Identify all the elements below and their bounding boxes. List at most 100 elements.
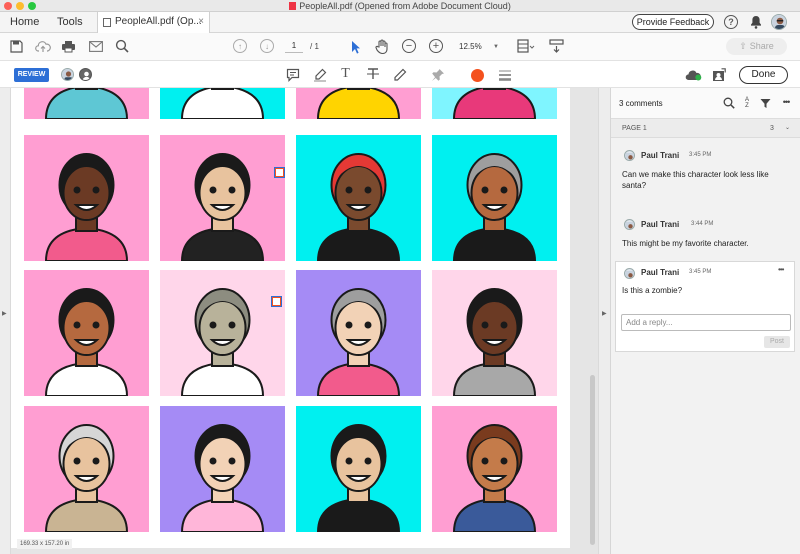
done-button[interactable]: Done bbox=[739, 66, 788, 84]
character-portrait bbox=[296, 270, 421, 396]
character-portrait bbox=[160, 135, 285, 261]
scroll-mode-icon[interactable] bbox=[548, 38, 564, 54]
right-panel-toggle[interactable]: ▶ bbox=[598, 88, 610, 554]
zoom-out-icon[interactable]: − bbox=[402, 39, 416, 53]
reply-input[interactable]: Add a reply... bbox=[621, 314, 791, 331]
character-portrait bbox=[432, 135, 557, 261]
filter-comments-icon[interactable] bbox=[759, 97, 771, 109]
minimize-window-button[interactable] bbox=[16, 2, 24, 10]
strikethrough-text-icon[interactable] bbox=[365, 66, 380, 82]
tab-document[interactable]: PeopleAll.pdf (Op... × bbox=[97, 12, 210, 34]
character-portrait bbox=[296, 135, 421, 261]
email-icon[interactable] bbox=[88, 40, 103, 52]
expand-right-chevron-icon: ▶ bbox=[602, 311, 607, 317]
post-reply-button[interactable]: Post bbox=[764, 336, 790, 348]
comments-panel-header: 3 comments AZ ••• bbox=[611, 88, 800, 119]
left-panel-toggle[interactable]: ▶ bbox=[0, 88, 11, 554]
comment-text: Can we make this character look less lik… bbox=[622, 170, 769, 190]
search-icon[interactable] bbox=[115, 39, 129, 53]
help-icon[interactable]: ? bbox=[724, 15, 738, 29]
document-tab-icon bbox=[103, 18, 111, 27]
review-toolbar: REVIEW T Done bbox=[0, 61, 800, 88]
character-portrait bbox=[24, 135, 149, 261]
document-tab-label: PeopleAll.pdf (Op... bbox=[115, 16, 202, 27]
main-toolbar: ↑ ↓ 1 / 1 − + 12.5% ▼ ⇧ Share bbox=[0, 33, 800, 61]
notifications-bell-icon[interactable] bbox=[749, 14, 763, 30]
page-total: / 1 bbox=[310, 42, 319, 51]
comments-count: 3 comments bbox=[619, 99, 663, 108]
next-page-icon[interactable]: ↓ bbox=[260, 39, 274, 53]
reviewer-avatar[interactable] bbox=[61, 68, 74, 81]
comment-time: 3:44 PM bbox=[691, 221, 714, 227]
close-tab-icon[interactable]: × bbox=[198, 12, 204, 32]
character-portrait bbox=[160, 88, 285, 119]
hand-tool-icon[interactable] bbox=[374, 38, 390, 54]
share-button[interactable]: ⇧ Share bbox=[726, 38, 787, 55]
character-portrait bbox=[296, 406, 421, 532]
collapse-group-chevron-icon[interactable]: ⌄ bbox=[785, 119, 790, 138]
character-portrait bbox=[432, 88, 557, 119]
zoom-in-icon[interactable]: + bbox=[429, 39, 443, 53]
zoom-level-dropdown[interactable]: 12.5% ▼ bbox=[455, 40, 503, 54]
page-group-label: PAGE 1 bbox=[622, 125, 647, 132]
document-viewport[interactable] bbox=[0, 88, 610, 554]
comment-item[interactable]: Paul Trani 3:44 PM This might be my favo… bbox=[615, 219, 795, 252]
draw-pencil-icon[interactable] bbox=[392, 67, 407, 82]
tab-home[interactable]: Home bbox=[10, 12, 39, 32]
share-document-icon[interactable] bbox=[711, 67, 726, 82]
pin-icon[interactable] bbox=[430, 67, 445, 82]
page-group-header[interactable]: PAGE 1 3 ⌄ bbox=[611, 119, 800, 138]
acrobat-window: PeopleAll.pdf (Opened from Adobe Documen… bbox=[0, 0, 800, 554]
save-icon[interactable] bbox=[9, 39, 23, 53]
comment-author: Paul Trani bbox=[641, 151, 680, 160]
comment-item[interactable]: Paul Trani 3:45 PM Can we make this char… bbox=[615, 150, 795, 196]
comment-text: This might be my favorite character. bbox=[622, 239, 749, 248]
sticky-note-icon[interactable] bbox=[285, 67, 300, 82]
character-portrait bbox=[432, 270, 557, 396]
user-avatar[interactable] bbox=[771, 14, 787, 30]
print-icon[interactable] bbox=[60, 39, 76, 53]
comment-time: 3:45 PM bbox=[689, 152, 712, 158]
comment-author-avatar bbox=[624, 219, 635, 230]
character-portrait bbox=[24, 270, 149, 396]
upload-cloud-icon[interactable] bbox=[34, 39, 52, 53]
comment-marker[interactable] bbox=[274, 167, 285, 178]
comment-marker[interactable] bbox=[271, 296, 282, 307]
vertical-scrollbar[interactable] bbox=[590, 375, 595, 545]
maximize-window-button[interactable] bbox=[28, 2, 36, 10]
select-cursor-icon[interactable] bbox=[350, 39, 362, 54]
zoom-level-value: 12.5% bbox=[459, 42, 482, 51]
window-title: PeopleAll.pdf (Opened from Adobe Documen… bbox=[299, 1, 511, 11]
share-icon: ⇧ bbox=[739, 41, 747, 51]
close-window-button[interactable] bbox=[4, 2, 12, 10]
character-portrait bbox=[24, 406, 149, 532]
tab-tools[interactable]: Tools bbox=[57, 12, 83, 32]
expand-left-chevron-icon: ▶ bbox=[2, 311, 7, 317]
comment-text: Is this a zombie? bbox=[622, 286, 683, 295]
highlight-pen-icon[interactable] bbox=[312, 67, 327, 82]
comment-author: Paul Trani bbox=[641, 220, 680, 229]
provide-feedback-button[interactable]: Provide Feedback bbox=[632, 14, 714, 30]
previous-page-icon[interactable]: ↑ bbox=[233, 39, 247, 53]
more-options-icon[interactable]: ••• bbox=[779, 96, 793, 108]
character-portrait bbox=[432, 406, 557, 532]
chevron-down-icon: ▼ bbox=[493, 44, 499, 50]
comment-time: 3:45 PM bbox=[689, 269, 712, 275]
comment-author: Paul Trani bbox=[641, 268, 680, 277]
pdf-page bbox=[11, 88, 570, 548]
line-weight-icon[interactable] bbox=[497, 68, 512, 82]
text-edit-icon[interactable]: T bbox=[338, 66, 353, 82]
tab-bar: Home Tools PeopleAll.pdf (Op... × Provid… bbox=[0, 12, 800, 34]
comment-more-icon[interactable]: ••• bbox=[778, 265, 784, 274]
selected-comment-card[interactable]: Paul Trani 3:45 PM ••• Is this a zombie?… bbox=[615, 261, 795, 352]
share-label: Share bbox=[749, 41, 774, 51]
participant-avatar[interactable] bbox=[79, 68, 92, 81]
cloud-sync-icon[interactable] bbox=[684, 68, 702, 82]
review-badge[interactable]: REVIEW bbox=[14, 68, 49, 82]
comment-author-avatar bbox=[624, 268, 635, 279]
page-layout-icon[interactable] bbox=[516, 38, 536, 54]
search-comments-icon[interactable] bbox=[723, 97, 735, 109]
page-number-input[interactable]: 1 bbox=[285, 41, 303, 53]
color-picker-swatch[interactable] bbox=[471, 69, 484, 82]
sort-comments-icon[interactable]: AZ bbox=[741, 96, 753, 110]
